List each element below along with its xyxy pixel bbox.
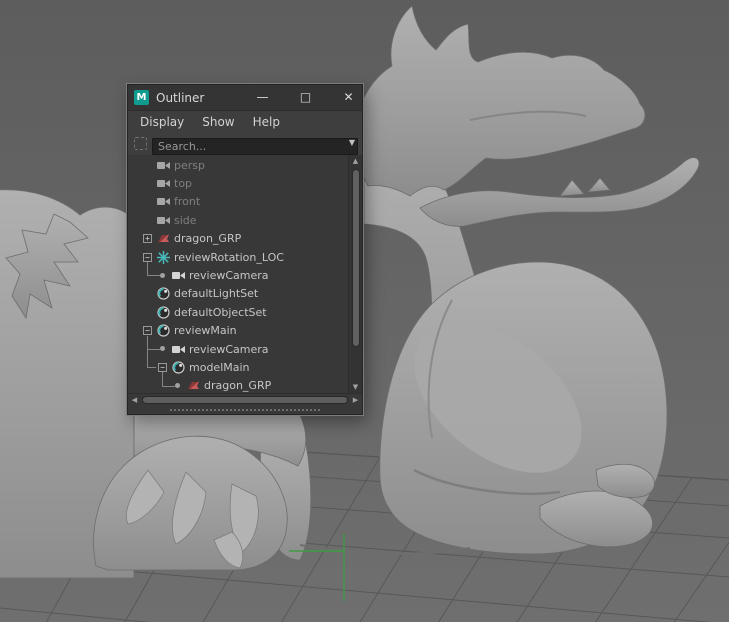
camera-icon <box>170 342 186 356</box>
camera-icon <box>170 269 186 283</box>
tree-row-side[interactable]: side <box>140 211 348 229</box>
tree-row-persp[interactable]: persp <box>140 156 348 174</box>
tree-row-defaultObjectSet[interactable]: defaultObjectSet <box>140 303 348 321</box>
tree-connector-bullet <box>154 340 170 358</box>
tree-row-reviewRotation_LOC[interactable]: − reviewRotation_LOC <box>140 248 348 267</box>
node-label: modelMain <box>189 360 250 374</box>
tree-row-modelMain[interactable]: − modelMain <box>140 358 348 378</box>
tree-connector-blank <box>140 377 155 393</box>
tree-row-front[interactable]: front <box>140 193 348 211</box>
camera-icon <box>155 195 171 209</box>
tree-connector-blank <box>140 285 155 303</box>
camera-icon <box>155 213 171 227</box>
outliner-tree: persp top front side + dragon_GRP − reviewRotat… <box>128 156 348 393</box>
set-icon <box>155 305 171 319</box>
node-label: reviewRotation_LOC <box>174 250 284 264</box>
search-row: ▼ <box>128 132 362 155</box>
locator-icon <box>155 250 171 264</box>
set-icon <box>155 287 171 301</box>
tree-connector-blank <box>140 193 155 211</box>
tree-row-defaultLightSet[interactable]: defaultLightSet <box>140 285 348 303</box>
scroll-left-icon[interactable]: ◀ <box>128 396 141 404</box>
set-icon <box>155 324 171 338</box>
tree-connector-elbow <box>140 266 156 284</box>
horizontal-scrollbar[interactable]: ◀ ▶ <box>128 393 362 406</box>
collapse-icon[interactable]: − <box>140 322 155 341</box>
vertical-scrollbar[interactable]: ▲ ▼ <box>348 155 362 393</box>
tree-connector-bullet <box>169 377 185 393</box>
tree-row-top[interactable]: top <box>140 174 348 192</box>
node-label: defaultObjectSet <box>174 305 267 319</box>
node-label: reviewMain <box>174 324 237 338</box>
search-input[interactable] <box>152 138 358 155</box>
tree-connector-elbow <box>140 358 156 376</box>
maximize-button[interactable]: □ <box>298 85 313 110</box>
horizontal-scroll-thumb[interactable] <box>142 396 348 404</box>
node-label: front <box>174 195 201 209</box>
search-dropdown-icon[interactable]: ▼ <box>349 138 355 147</box>
collapse-icon[interactable]: − <box>155 358 170 378</box>
viewport-canvas[interactable] <box>0 0 729 622</box>
tree-area: persp top front side + dragon_GRP − reviewRotat… <box>128 155 362 393</box>
tree-row-reviewCamera[interactable]: reviewCamera <box>140 266 348 284</box>
scroll-up-icon[interactable]: ▲ <box>353 155 358 167</box>
title-bar[interactable]: M Outliner — □ ✕ <box>128 85 362 110</box>
vertical-scroll-thumb[interactable] <box>351 169 360 347</box>
set-icon <box>170 360 186 374</box>
tree-connector-blank <box>140 211 155 229</box>
expander-box[interactable]: + <box>143 234 152 244</box>
menu-display[interactable]: Display <box>131 111 193 133</box>
tree-connector-elbow <box>155 376 171 393</box>
tree-connector-blank <box>140 156 155 174</box>
node-label: dragon_GRP <box>174 232 242 246</box>
node-label: defaultLightSet <box>174 287 259 301</box>
menu-bar: Display Show Help <box>128 110 362 132</box>
resize-grip-row <box>128 406 362 414</box>
node-label: top <box>174 177 193 191</box>
node-label: reviewCamera <box>189 269 269 283</box>
tree-row-dragon_GRP[interactable]: + dragon_GRP <box>140 230 348 248</box>
tree-row-reviewCamera[interactable]: reviewCamera <box>140 339 348 359</box>
maya-logo-icon: M <box>134 90 149 105</box>
minimize-button[interactable]: — <box>255 85 270 110</box>
close-button[interactable]: ✕ <box>341 85 356 110</box>
expand-icon[interactable]: + <box>140 230 155 248</box>
expander-box[interactable]: − <box>143 326 152 336</box>
window-title: Outliner <box>156 90 205 105</box>
outliner-window: M Outliner — □ ✕ Display Show Help ▼ per… <box>127 84 363 415</box>
menu-help[interactable]: Help <box>244 111 289 133</box>
collapse-icon[interactable]: − <box>140 248 155 267</box>
tree-connector-bullet <box>154 266 170 284</box>
camera-icon <box>155 158 171 172</box>
scroll-right-icon[interactable]: ▶ <box>349 396 362 404</box>
tree-connector-blank <box>140 174 155 192</box>
resize-grip[interactable] <box>170 409 320 411</box>
node-label: reviewCamera <box>189 342 269 356</box>
camera-icon <box>155 177 171 191</box>
node-label: side <box>174 213 197 227</box>
transform-icon <box>185 379 201 393</box>
expander-box[interactable]: − <box>143 252 152 262</box>
node-label: dragon_GRP <box>204 379 272 393</box>
transform-icon <box>155 232 171 246</box>
selection-filter-icon[interactable] <box>134 137 147 150</box>
maya-viewport-stage: M Outliner — □ ✕ Display Show Help ▼ per… <box>0 0 729 622</box>
node-label: persp <box>174 158 205 172</box>
tree-connector-blank <box>140 303 155 321</box>
tree-row-dragon_GRP[interactable]: dragon_GRP <box>140 376 348 393</box>
tree-connector-tee <box>140 339 156 359</box>
tree-row-reviewMain[interactable]: − reviewMain <box>140 322 348 341</box>
menu-show[interactable]: Show <box>193 111 243 133</box>
expander-box[interactable]: − <box>158 362 167 372</box>
scroll-down-icon[interactable]: ▼ <box>353 381 358 393</box>
